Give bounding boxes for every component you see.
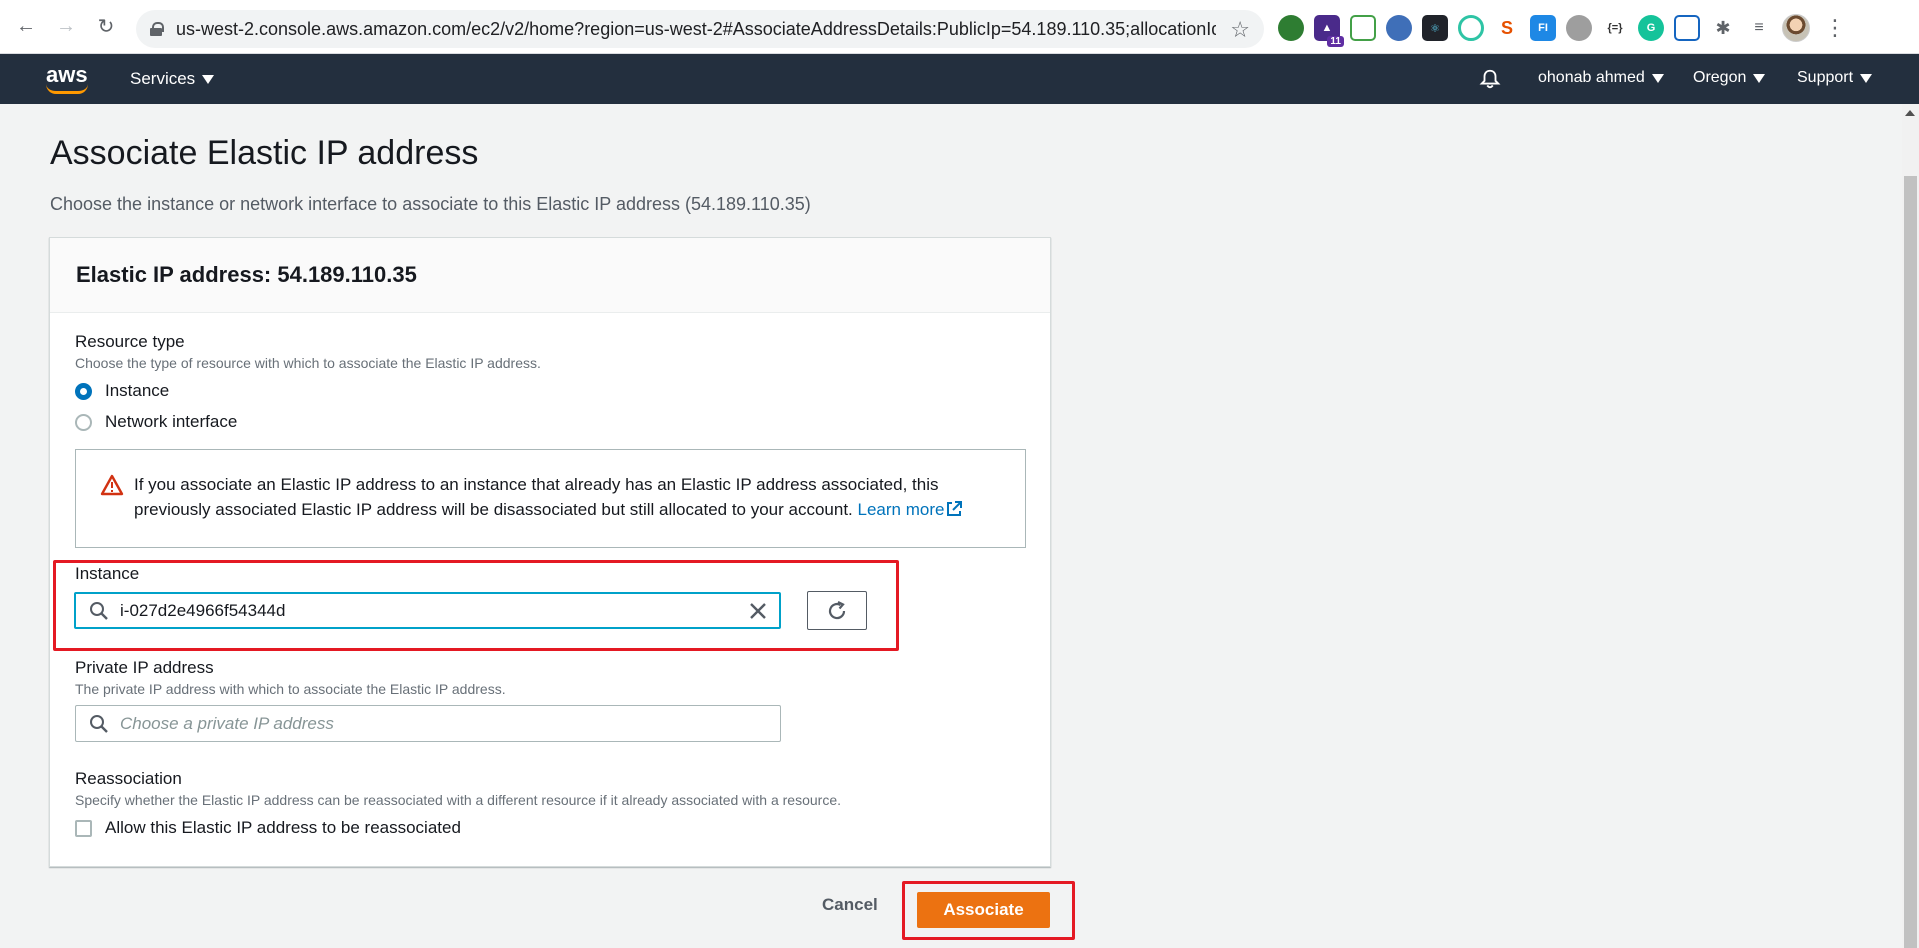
caret-down-icon xyxy=(1860,73,1873,83)
search-icon xyxy=(90,714,108,733)
instance-highlight-box xyxy=(53,560,899,651)
associate-button[interactable]: Associate xyxy=(917,892,1050,928)
reload-icon[interactable]: ↻ xyxy=(92,13,120,41)
reassociate-checkbox-label[interactable]: Allow this Elastic IP address to be reas… xyxy=(105,818,461,838)
private-ip-label: Private IP address xyxy=(75,658,214,677)
external-link-icon xyxy=(947,501,963,516)
bookmark-star-icon[interactable]: ☆ xyxy=(1230,17,1250,43)
reassociate-checkbox[interactable] xyxy=(75,820,92,837)
screenshot-ext-icon[interactable] xyxy=(1674,15,1700,41)
browser-toolbar: ← → ↻ us-west-2.console.aws.amazon.com/e… xyxy=(0,0,1919,54)
support-menu[interactable]: Support xyxy=(1797,69,1873,87)
globe-ext-icon[interactable] xyxy=(1566,15,1592,41)
reassociation-label: Reassociation xyxy=(75,769,182,788)
puzzle-icon[interactable]: ✱ xyxy=(1710,15,1736,41)
cancel-button[interactable]: Cancel xyxy=(822,895,878,915)
chart-ext-icon[interactable] xyxy=(1350,15,1376,41)
fi-ext-icon[interactable]: FI xyxy=(1530,15,1556,41)
graduation-cap-icon[interactable]: ▲ 11 xyxy=(1314,15,1344,47)
network-interface-radio-label[interactable]: Network interface xyxy=(105,412,237,432)
reassociation-help: Specify whether the Elastic IP address c… xyxy=(75,792,841,808)
url-text[interactable]: us-west-2.console.aws.amazon.com/ec2/v2/… xyxy=(176,19,1216,40)
learn-more-link[interactable]: Learn more xyxy=(858,500,963,519)
panel-header: Elastic IP address: 54.189.110.35 xyxy=(50,238,1050,313)
profile-avatar[interactable] xyxy=(1782,14,1810,42)
warning-alert: If you associate an Elastic IP address t… xyxy=(75,449,1026,548)
warning-text: If you associate an Elastic IP address t… xyxy=(134,472,1004,522)
page-title: Associate Elastic IP address xyxy=(50,134,479,172)
page-description: Choose the instance or network interface… xyxy=(50,194,811,214)
private-ip-placeholder: Choose a private IP address xyxy=(120,713,334,733)
compass-ext-icon[interactable] xyxy=(1386,15,1412,41)
notification-bell-icon[interactable] xyxy=(1479,68,1501,90)
instance-radio-label[interactable]: Instance xyxy=(105,381,169,401)
warning-message: If you associate an Elastic IP address t… xyxy=(134,475,939,519)
back-icon[interactable]: ← xyxy=(12,13,40,41)
caret-down-icon xyxy=(202,74,215,84)
extension-badge: 11 xyxy=(1327,36,1344,47)
learn-more-label: Learn more xyxy=(857,500,945,519)
extensions-bar: ▲ 11 ⚛ S FI {=} G ✱ ≡ ⋮ xyxy=(1278,12,1846,47)
idm-icon[interactable] xyxy=(1278,15,1304,41)
services-menu[interactable]: Services xyxy=(130,69,215,89)
account-label: ohonab ahmed xyxy=(1538,69,1645,86)
elastic-ip-panel: Elastic IP address: 54.189.110.35 Resour… xyxy=(49,237,1051,867)
private-ip-select[interactable]: Choose a private IP address xyxy=(75,705,781,742)
private-ip-help: The private IP address with which to ass… xyxy=(75,681,506,697)
caret-down-icon xyxy=(1651,73,1664,83)
network-interface-radio[interactable] xyxy=(75,414,92,431)
scrollbar-thumb[interactable] xyxy=(1904,176,1917,948)
grammarly-icon[interactable]: G xyxy=(1638,15,1664,41)
warning-icon xyxy=(100,474,124,496)
forward-icon[interactable]: → xyxy=(52,13,80,41)
browser-menu-icon[interactable]: ⋮ xyxy=(1824,15,1846,41)
aws-logo[interactable]: aws xyxy=(46,62,90,96)
instance-radio[interactable] xyxy=(75,383,92,400)
lock-icon xyxy=(150,22,164,36)
region-menu[interactable]: Oregon xyxy=(1693,69,1766,87)
aws-top-nav: aws Services ohonab ahmed Oregon Support xyxy=(0,54,1919,104)
react-devtools-icon[interactable]: ⚛ xyxy=(1422,15,1448,41)
scroll-up-arrow-icon[interactable] xyxy=(1905,110,1915,116)
aws-smile-icon xyxy=(46,84,88,94)
region-label: Oregon xyxy=(1693,69,1747,86)
services-label: Services xyxy=(130,69,196,88)
support-label: Support xyxy=(1797,69,1854,86)
account-menu[interactable]: ohonab ahmed xyxy=(1538,69,1664,87)
reading-list-icon[interactable]: ≡ xyxy=(1746,15,1772,41)
resource-type-label: Resource type xyxy=(75,332,185,351)
resource-type-help: Choose the type of resource with which t… xyxy=(75,355,541,371)
address-bar[interactable]: us-west-2.console.aws.amazon.com/ec2/v2/… xyxy=(136,10,1264,48)
color-picker-icon[interactable] xyxy=(1458,15,1484,41)
caret-down-icon xyxy=(1753,73,1766,83)
json-ext-icon[interactable]: {=} xyxy=(1602,15,1628,41)
swirl-ext-icon[interactable]: S xyxy=(1494,15,1520,41)
